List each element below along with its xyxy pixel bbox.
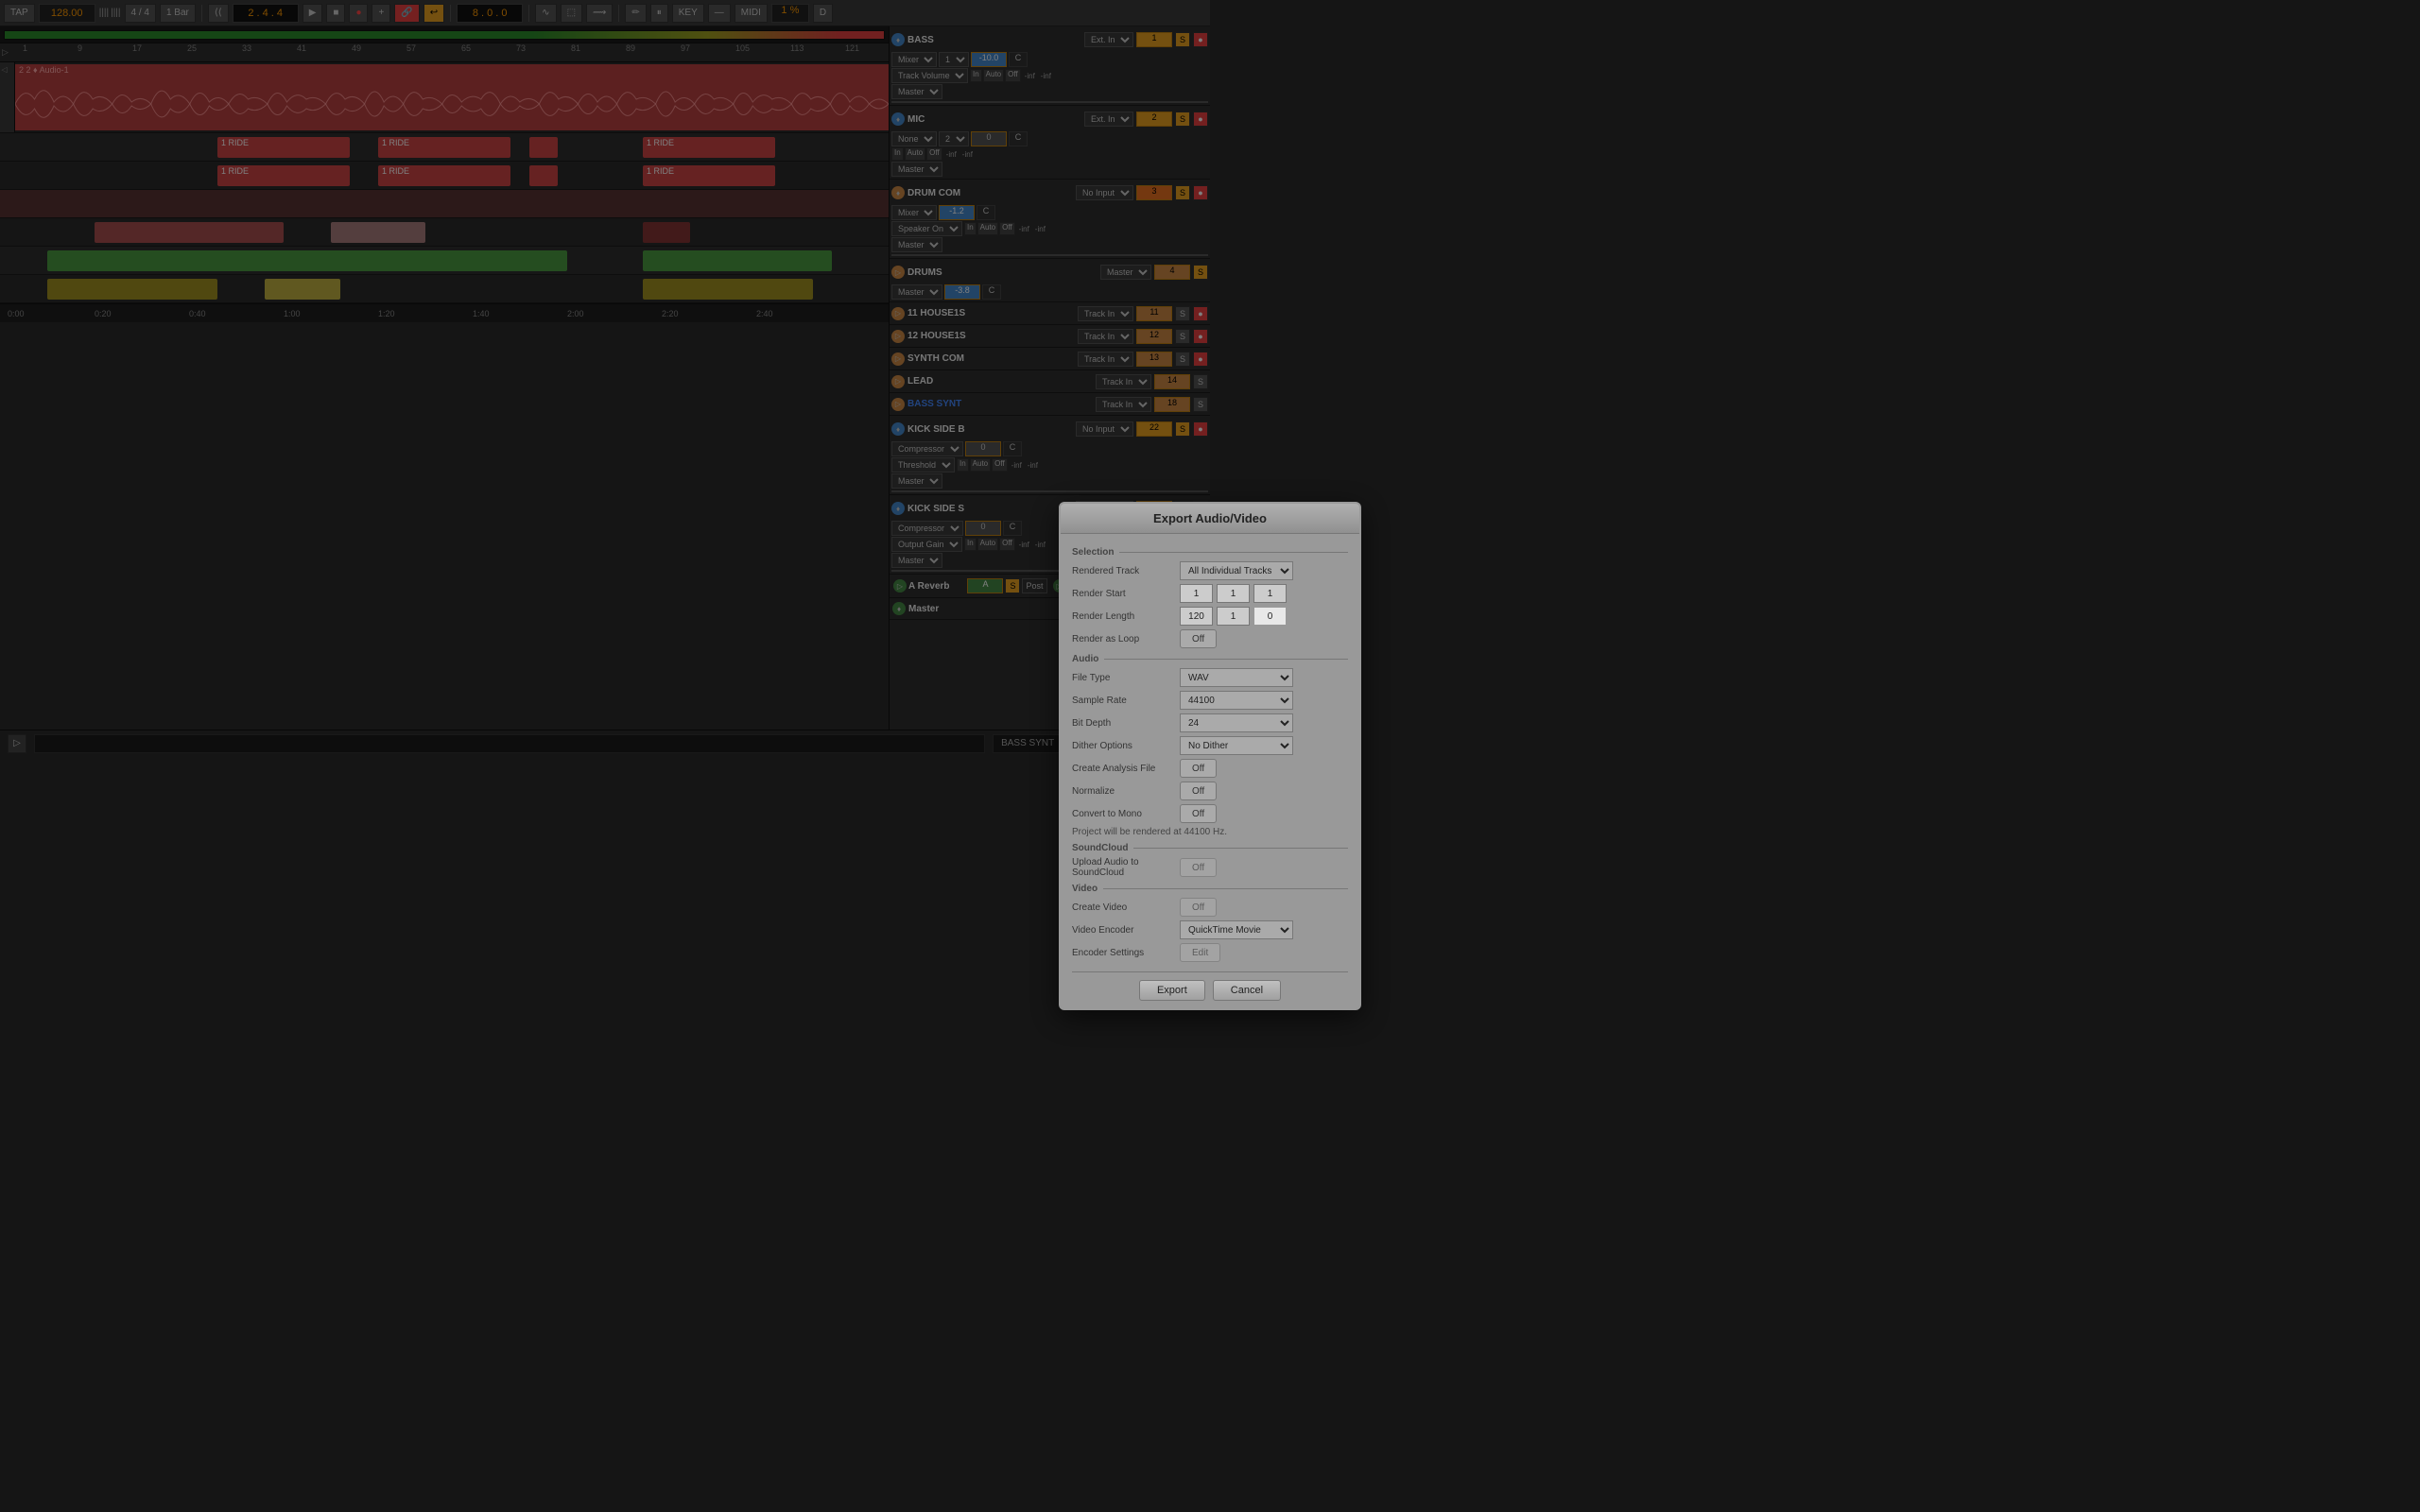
video-encoder-row: Video Encoder QuickTime Movie (1072, 920, 1348, 939)
render-as-loop-btn[interactable]: Off (1180, 629, 1217, 648)
sample-rate-label: Sample Rate (1072, 696, 1176, 706)
file-type-row: File Type WAV (1072, 668, 1348, 687)
render-as-loop-row: Render as Loop Off (1072, 629, 1348, 648)
create-video-btn[interactable]: Off (1180, 898, 1217, 917)
soundcloud-section-label: SoundCloud (1072, 843, 1348, 853)
render-length-1[interactable] (1180, 607, 1213, 626)
render-length-3[interactable] (1253, 607, 1287, 626)
normalize-btn[interactable]: Off (1180, 782, 1217, 800)
create-analysis-row: Create Analysis File Off (1072, 759, 1348, 778)
upload-soundcloud-btn[interactable]: Off (1180, 858, 1217, 877)
render-start-label: Render Start (1072, 589, 1176, 599)
render-length-row: Render Length (1072, 607, 1348, 626)
rendered-track-label: Rendered Track (1072, 566, 1176, 576)
export-dialog-title: Export Audio/Video (1061, 504, 1359, 534)
video-section-label: Video (1072, 884, 1348, 894)
render-start-3[interactable] (1253, 584, 1287, 603)
render-start-1[interactable] (1180, 584, 1213, 603)
create-video-label: Create Video (1072, 902, 1176, 913)
export-dialog-body: Selection Rendered Track All Individual … (1061, 534, 1359, 1008)
modal-overlay: Export Audio/Video Selection Rendered Tr… (0, 0, 2420, 1512)
render-start-row: Render Start (1072, 584, 1348, 603)
dither-options-row: Dither Options No Dither (1072, 736, 1348, 755)
create-video-row: Create Video Off (1072, 898, 1348, 917)
bit-depth-select[interactable]: 24 (1180, 713, 1293, 732)
normalize-label: Normalize (1072, 786, 1176, 797)
encoder-settings-label: Encoder Settings (1072, 948, 1176, 958)
file-type-select[interactable]: WAV (1180, 668, 1293, 687)
render-length-label: Render Length (1072, 611, 1176, 622)
rendered-track-select[interactable]: All Individual Tracks (1180, 561, 1293, 580)
convert-mono-row: Convert to Mono Off (1072, 804, 1348, 823)
upload-soundcloud-label: Upload Audio to SoundCloud (1072, 857, 1176, 878)
selection-section-label: Selection (1072, 547, 1348, 558)
export-dialog-footer: Export Cancel (1072, 971, 1348, 1001)
sample-rate-row: Sample Rate 44100 (1072, 691, 1348, 710)
create-analysis-btn[interactable]: Off (1180, 759, 1217, 778)
bit-depth-row: Bit Depth 24 (1072, 713, 1348, 732)
convert-mono-btn[interactable]: Off (1180, 804, 1217, 823)
normalize-row: Normalize Off (1072, 782, 1348, 800)
render-as-loop-label: Render as Loop (1072, 634, 1176, 644)
convert-mono-label: Convert to Mono (1072, 809, 1176, 819)
export-dialog: Export Audio/Video Selection Rendered Tr… (1059, 502, 1361, 1010)
export-button[interactable]: Export (1139, 980, 1205, 1001)
dither-options-label: Dither Options (1072, 741, 1176, 751)
render-start-2[interactable] (1217, 584, 1250, 603)
upload-soundcloud-row: Upload Audio to SoundCloud Off (1072, 857, 1348, 878)
create-analysis-label: Create Analysis File (1072, 764, 1176, 774)
render-length-2[interactable] (1217, 607, 1250, 626)
rendered-track-row: Rendered Track All Individual Tracks (1072, 561, 1348, 580)
cancel-button[interactable]: Cancel (1213, 980, 1281, 1001)
file-type-label: File Type (1072, 673, 1176, 683)
sample-rate-select[interactable]: 44100 (1180, 691, 1293, 710)
render-note: Project will be rendered at 44100 Hz. (1072, 827, 1348, 837)
encoder-settings-btn[interactable]: Edit (1180, 943, 1220, 962)
video-encoder-label: Video Encoder (1072, 925, 1176, 936)
dither-options-select[interactable]: No Dither (1180, 736, 1293, 755)
encoder-settings-row: Encoder Settings Edit (1072, 943, 1348, 962)
bit-depth-label: Bit Depth (1072, 718, 1176, 729)
audio-section-label: Audio (1072, 654, 1348, 664)
video-encoder-select[interactable]: QuickTime Movie (1180, 920, 1293, 939)
